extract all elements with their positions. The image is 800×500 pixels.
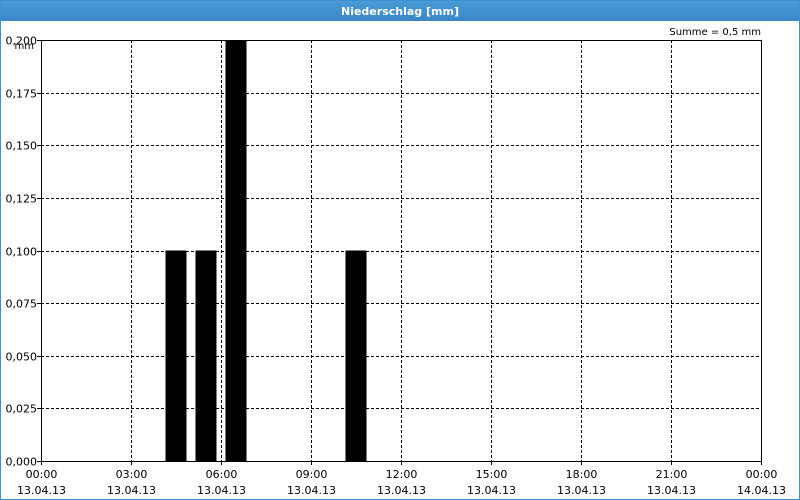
sum-annotation: Summe = 0,5 mm — [669, 27, 761, 38]
x-tick-time: 00:00 — [746, 468, 778, 481]
x-tick-date: 13.04.13 — [557, 484, 606, 497]
x-tick-date: 13.04.13 — [197, 484, 246, 497]
label-layer: 0,000 0,025 0,050 0,075 0,100 0,125 0,150 0,175… — [6, 27, 786, 497]
x-tick-date: 13.04.13 — [467, 484, 516, 497]
x-tick-time: 06:00 — [206, 468, 238, 481]
x-tick-date: 13.04.13 — [287, 484, 336, 497]
precipitation-bar — [195, 250, 217, 461]
x-tick-date: 13.04.13 — [17, 484, 66, 497]
precipitation-chart: 0,000 0,025 0,050 0,075 0,100 0,125 0,150 0,175… — [6, 27, 786, 497]
y-tick-label: 0,025 — [6, 403, 38, 416]
chart-window: Niederschlag [mm] 0,000 0,025 0,050 0,075 0,… — [0, 0, 800, 500]
y-tick-label: 0,175 — [6, 88, 38, 101]
y-tick-label: 0,150 — [6, 140, 38, 153]
y-tick-label: 0,125 — [6, 193, 38, 206]
x-tick-time: 03:00 — [116, 468, 148, 481]
x-tick-time: 15:00 — [476, 468, 508, 481]
y-tick-label: 0,075 — [6, 298, 38, 311]
x-tick-time: 09:00 — [296, 468, 328, 481]
precipitation-bar — [165, 250, 187, 461]
y-axis-unit: mm — [15, 41, 34, 52]
grid-layer — [41, 40, 762, 461]
x-tick-time: 00:00 — [26, 468, 58, 481]
y-tick-label: 0,000 — [6, 456, 38, 469]
x-tick-date: 13.04.13 — [107, 484, 156, 497]
x-tick-time: 21:00 — [656, 468, 688, 481]
x-tick-date: 13.04.13 — [647, 484, 696, 497]
precipitation-bar — [225, 40, 247, 461]
axis-layer — [37, 40, 762, 465]
y-tick-label: 0,100 — [6, 246, 38, 259]
x-tick-date: 13.04.13 — [377, 484, 426, 497]
x-tick-time: 18:00 — [566, 468, 598, 481]
y-tick-label: 0,050 — [6, 351, 38, 364]
precipitation-bar — [345, 250, 367, 461]
x-tick-date: 14.04.13 — [737, 484, 786, 497]
x-tick-time: 12:00 — [386, 468, 418, 481]
bar-layer — [165, 40, 367, 461]
